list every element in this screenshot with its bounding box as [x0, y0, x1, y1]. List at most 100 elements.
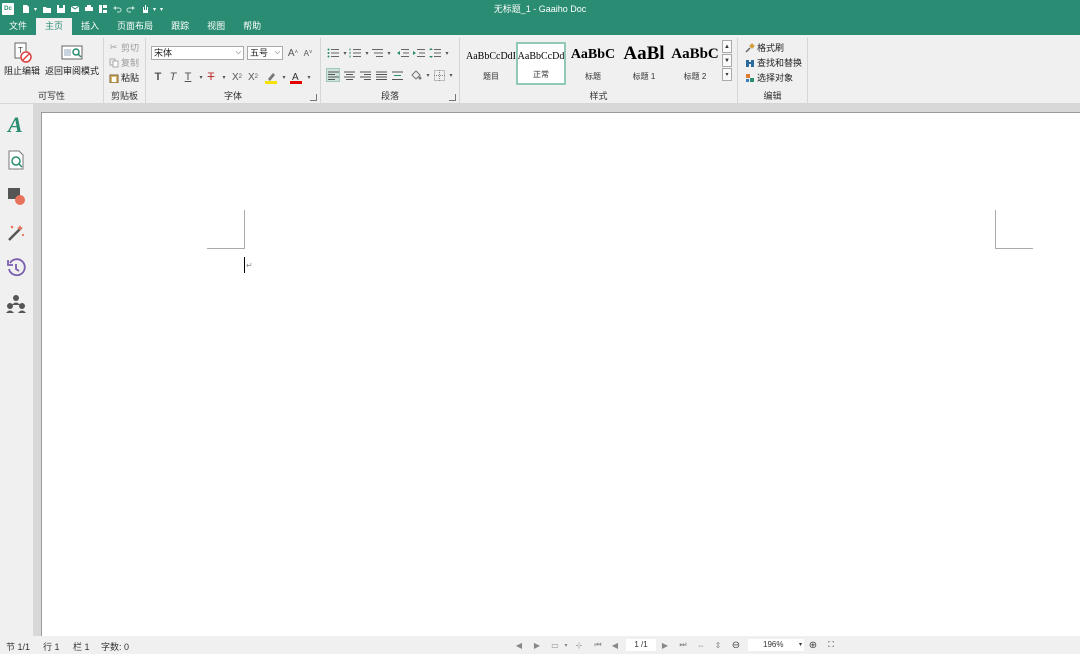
- section-indicator: 节 1/1: [6, 642, 31, 652]
- format-painter-button[interactable]: 格式刷: [744, 41, 784, 54]
- highlight-button[interactable]: [264, 70, 278, 84]
- copy-button[interactable]: 复制: [108, 56, 139, 69]
- text-format-icon[interactable]: A: [3, 111, 29, 137]
- tab-file[interactable]: 文件: [0, 18, 36, 35]
- gallery-down-button[interactable]: ▼: [722, 54, 732, 67]
- style-preview: AaBbCcDdI: [466, 51, 516, 62]
- margin-mark-top-right-horizontal: [995, 248, 1033, 249]
- block-edit-icon: T: [10, 40, 34, 64]
- zoom-select[interactable]: 196% ▾: [748, 639, 804, 651]
- undo-icon[interactable]: [111, 3, 123, 15]
- forward-icon[interactable]: ▶: [532, 640, 542, 650]
- font-color-button[interactable]: A: [289, 70, 303, 84]
- subscript-button[interactable]: X2: [246, 70, 260, 84]
- chevron-down-icon[interactable]: ▾: [382, 46, 396, 60]
- chevron-down-icon: ⌵: [274, 49, 280, 56]
- organization-chart-icon[interactable]: [3, 291, 29, 317]
- print-icon[interactable]: [83, 3, 95, 15]
- tab-home[interactable]: 主页: [36, 18, 73, 35]
- style-preview: AaBbC: [570, 47, 616, 62]
- last-page-icon[interactable]: ⏭: [678, 640, 688, 650]
- style-heading-2[interactable]: AaBbC 标题 2: [670, 42, 720, 85]
- underline-button[interactable]: T: [181, 70, 195, 84]
- paste-label: 粘贴: [121, 73, 140, 83]
- new-document-icon[interactable]: [20, 3, 32, 15]
- save-icon[interactable]: [55, 3, 67, 15]
- first-page-icon[interactable]: ⏮: [593, 640, 603, 650]
- gallery-up-button[interactable]: ▲: [722, 40, 732, 53]
- tab-help[interactable]: 帮助: [234, 18, 270, 35]
- tab-page-layout[interactable]: 页面布局: [108, 18, 162, 35]
- chevron-down-icon[interactable]: ▾: [561, 640, 571, 650]
- grow-font-button[interactable]: A ˄: [286, 46, 300, 60]
- font-size-select[interactable]: 五号 ⌵: [247, 46, 283, 60]
- tab-insert[interactable]: 插入: [72, 18, 108, 35]
- shapes-icon[interactable]: [3, 183, 29, 209]
- shrink-font-button[interactable]: A ˅: [301, 46, 315, 60]
- chevron-down-icon[interactable]: ▾: [302, 70, 316, 84]
- style-heading-1[interactable]: AaBl 标题 1: [619, 42, 669, 85]
- open-folder-icon[interactable]: [41, 3, 53, 15]
- app-logo: Dc: [2, 3, 14, 15]
- tab-view[interactable]: 视图: [198, 18, 234, 35]
- redo-icon[interactable]: [125, 3, 137, 15]
- zoom-in-icon[interactable]: ⊕: [808, 640, 818, 651]
- svg-text:A: A: [6, 113, 23, 135]
- style-title[interactable]: AaBbCcDdI 题目: [466, 42, 516, 85]
- fit-page-icon[interactable]: ⇕: [713, 640, 723, 650]
- increase-indent-button[interactable]: [412, 46, 426, 60]
- back-icon[interactable]: ◀: [514, 640, 524, 650]
- align-right-button[interactable]: [358, 68, 372, 82]
- chevron-down-icon[interactable]: ▾: [217, 70, 231, 84]
- align-center-button[interactable]: [342, 68, 356, 82]
- cut-button[interactable]: ✂ 剪切: [108, 41, 139, 54]
- paste-button[interactable]: 粘贴: [108, 71, 139, 84]
- word-count: 字数: 0: [101, 642, 130, 652]
- next-page-icon[interactable]: ▶: [660, 640, 670, 650]
- block-edit-button[interactable]: T 阻止编辑: [4, 40, 40, 77]
- chevron-down-icon[interactable]: ▾: [440, 46, 454, 60]
- hand-tool-icon[interactable]: [139, 3, 151, 15]
- fit-icon[interactable]: ⊹: [574, 640, 584, 650]
- gallery-more-button[interactable]: ▾: [722, 68, 732, 81]
- chevron-down-icon: ⌵: [235, 49, 241, 56]
- full-screen-icon[interactable]: ⛶: [826, 640, 836, 650]
- layout-icon[interactable]: [97, 3, 109, 15]
- style-name: 标题 1: [632, 72, 656, 81]
- clipboard-group: ✂ 剪切 复制 粘贴 剪贴板: [104, 38, 146, 104]
- zoom-out-icon[interactable]: ⊖: [731, 640, 741, 651]
- select-objects-button[interactable]: 选择对象: [744, 71, 793, 84]
- style-normal[interactable]: AaBbCcDd 正常: [516, 42, 566, 85]
- find-replace-button[interactable]: 查找和替换: [744, 56, 802, 69]
- italic-button[interactable]: T: [166, 70, 180, 84]
- fit-width-icon[interactable]: ⇔: [696, 640, 706, 650]
- font-family-select[interactable]: 宋体 ⌵: [151, 46, 244, 60]
- bold-button[interactable]: T: [151, 70, 165, 84]
- decrease-indent-button[interactable]: [396, 46, 410, 60]
- page-number-input[interactable]: 1 /1: [626, 639, 656, 651]
- page-search-icon[interactable]: [3, 147, 29, 173]
- customize-toolbar-icon[interactable]: ▾: [160, 6, 163, 13]
- align-left-button[interactable]: [326, 68, 340, 82]
- strikethrough-button[interactable]: T: [204, 70, 218, 84]
- font-group: 宋体 ⌵ 五号 ⌵ A ˄ A ˅ T T T ▾ T ▾ X2 X2 ▾ A ▾ 字体: [146, 38, 321, 104]
- return-review-mode-button[interactable]: 返回审阅模式: [45, 40, 99, 77]
- ribbon-tabs: 文件 主页 插入 页面布局 跟踪 视图 帮助: [0, 18, 1080, 35]
- chevron-down-icon[interactable]: ▾: [34, 6, 37, 13]
- document-page[interactable]: ↵: [41, 112, 1080, 636]
- superscript-button[interactable]: X2: [230, 70, 244, 84]
- tab-review[interactable]: 跟踪: [162, 18, 198, 35]
- justify-button[interactable]: [374, 68, 388, 82]
- left-toolbar: A: [0, 104, 33, 636]
- history-icon[interactable]: [3, 255, 29, 281]
- chevron-down-icon[interactable]: ▾: [444, 68, 458, 82]
- page-view-icon[interactable]: ▭: [550, 640, 560, 650]
- distribute-button[interactable]: [390, 68, 404, 82]
- email-icon[interactable]: [69, 3, 81, 15]
- magic-wand-icon[interactable]: [3, 219, 29, 245]
- previous-page-icon[interactable]: ◀: [610, 640, 620, 650]
- style-heading[interactable]: AaBbC 标题: [568, 42, 618, 85]
- review-mode-icon: [60, 40, 84, 64]
- chevron-down-icon[interactable]: ▾: [153, 6, 156, 13]
- status-bar: 节 1/1 行 1 栏 1 字数: 0 ◀ ▶ ▭ ▾ ⊹ ⏮ ◀ 1 /1 ▶…: [0, 636, 1080, 654]
